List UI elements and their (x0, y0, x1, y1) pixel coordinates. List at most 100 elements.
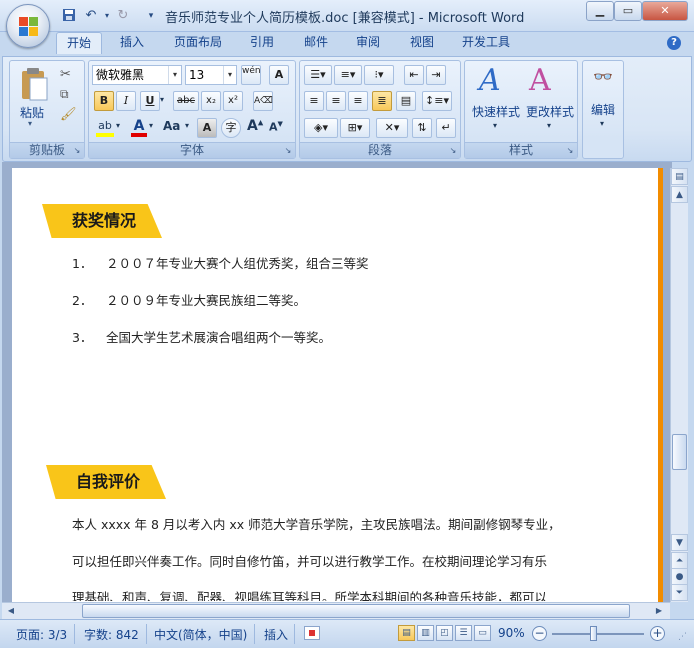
underline-dropdown-icon[interactable]: ▾ (160, 95, 164, 104)
change-case-dropdown-icon[interactable]: ▾ (185, 121, 189, 130)
zoom-in-icon[interactable]: + (650, 626, 665, 641)
close-button[interactable]: ✕ (642, 1, 688, 21)
horizontal-scroll-thumb[interactable] (82, 604, 630, 618)
copy-icon[interactable]: ⧉ (60, 87, 69, 102)
change-styles-button[interactable]: 更改样式 (521, 103, 579, 120)
change-styles-icon[interactable]: A (529, 63, 551, 98)
redo-icon[interactable]: ↻ (114, 7, 132, 25)
browse-object-icon[interactable]: ● (671, 568, 688, 585)
tab-review[interactable]: 审阅 (346, 32, 390, 54)
vertical-scrollbar[interactable]: ▤ ▲ ▼ ⏶ ● ⏷ (670, 168, 688, 602)
shading-button[interactable]: ◈▾ (304, 118, 338, 138)
tab-home[interactable]: 开始 (56, 32, 103, 54)
outline-view-icon[interactable]: ☰ (455, 625, 472, 641)
previous-page-icon[interactable]: ⏶ (671, 552, 688, 569)
distributed-icon[interactable]: ▤ (396, 91, 416, 111)
styles-launcher-icon[interactable]: ↘ (565, 146, 575, 156)
horizontal-scrollbar[interactable]: ◀ ▶ (2, 602, 670, 619)
paste-icon[interactable] (16, 65, 50, 105)
customize-toolbar-icon[interactable]: ▾ (142, 7, 160, 25)
zoom-slider-thumb[interactable] (590, 626, 597, 641)
italic-button[interactable]: I (116, 91, 136, 111)
format-painter-icon[interactable]: 🖌 (60, 107, 77, 122)
shrink-font-button[interactable]: A▼ (269, 120, 283, 134)
tab-page-layout[interactable]: 页面布局 (164, 32, 232, 54)
scroll-down-icon[interactable]: ▼ (671, 534, 688, 551)
borders-button[interactable]: ⊞▾ (340, 118, 370, 138)
macro-record-icon[interactable] (304, 626, 320, 640)
font-launcher-icon[interactable]: ↘ (283, 146, 293, 156)
minimize-button[interactable]: ▁ (586, 1, 614, 21)
chinese-layout-button[interactable]: ✕▾ (376, 118, 408, 138)
zoom-level[interactable]: 90% (498, 626, 525, 640)
enclose-char-button[interactable]: 字 (221, 118, 241, 138)
paragraph-launcher-icon[interactable]: ↘ (448, 146, 458, 156)
decrease-indent-icon[interactable]: ⇤ (404, 65, 424, 85)
line-spacing-button[interactable]: ↕≡▾ (422, 91, 452, 111)
multilevel-list-button[interactable]: ⁝▾ (364, 65, 394, 85)
save-icon[interactable] (60, 7, 78, 25)
page-count[interactable]: 页面: 3/3 (16, 626, 67, 643)
ruler-toggle-icon[interactable]: ▤ (671, 168, 688, 185)
quick-styles-button[interactable]: 快速样式 (467, 103, 525, 120)
highlight-dropdown-icon[interactable]: ▾ (116, 121, 120, 130)
draft-view-icon[interactable]: ▭ (474, 625, 491, 641)
tab-developer[interactable]: 开发工具 (452, 32, 520, 54)
font-color-dropdown-icon[interactable]: ▾ (149, 121, 153, 130)
help-icon[interactable]: ? (667, 36, 681, 50)
char-border-button[interactable]: A (269, 65, 289, 85)
language-indicator[interactable]: 中文(简体，中国) (154, 626, 247, 643)
clipboard-launcher-icon[interactable]: ↘ (72, 146, 82, 156)
resize-grip-icon[interactable]: ⋰ (678, 632, 687, 642)
zoom-slider-track[interactable] (552, 633, 644, 635)
align-center-icon[interactable]: ≡ (326, 91, 346, 111)
font-color-button[interactable]: A (129, 118, 149, 138)
align-left-icon[interactable]: ≡ (304, 91, 324, 111)
maximize-button[interactable]: ▭ (614, 1, 642, 21)
next-page-icon[interactable]: ⏷ (671, 584, 688, 601)
cut-icon[interactable]: ✂ (60, 67, 71, 82)
font-name-combo[interactable]: 微软雅黑 ▾ (92, 65, 182, 85)
binoculars-icon[interactable]: 👓 (593, 67, 613, 86)
tab-insert[interactable]: 插入 (110, 32, 154, 54)
office-button[interactable] (6, 4, 50, 48)
zoom-out-icon[interactable]: − (532, 626, 547, 641)
bold-button[interactable]: B (94, 91, 114, 111)
justify-icon[interactable]: ≣ (372, 91, 392, 111)
underline-button[interactable]: U (140, 91, 160, 111)
grow-font-button[interactable]: A▲ (247, 118, 263, 134)
scroll-left-icon[interactable]: ◀ (4, 604, 18, 618)
align-right-icon[interactable]: ≡ (348, 91, 368, 111)
char-shading-button[interactable]: A (197, 118, 217, 138)
editing-dropdown-icon[interactable]: ▾ (600, 119, 604, 128)
numbering-button[interactable]: ≡▾ (334, 65, 362, 85)
tab-view[interactable]: 视图 (400, 32, 444, 54)
word-count[interactable]: 字数: 842 (84, 626, 139, 643)
web-layout-icon[interactable]: ◰ (436, 625, 453, 641)
superscript-button[interactable]: x² (223, 91, 243, 111)
scroll-up-icon[interactable]: ▲ (671, 186, 688, 203)
editing-button[interactable]: 编辑 (583, 101, 623, 118)
font-size-combo[interactable]: 13 ▾ (185, 65, 237, 85)
strikethrough-button[interactable]: abc (173, 91, 199, 111)
print-layout-view-icon[interactable]: ▤ (398, 625, 415, 641)
show-marks-icon[interactable]: ↵ (436, 118, 456, 138)
increase-indent-icon[interactable]: ⇥ (426, 65, 446, 85)
change-case-button[interactable]: Aa (163, 119, 180, 133)
scroll-right-icon[interactable]: ▶ (652, 604, 666, 618)
sort-icon[interactable]: ⇅ (412, 118, 432, 138)
full-screen-reading-icon[interactable]: ▥ (417, 625, 434, 641)
highlight-button[interactable]: ab (94, 118, 116, 138)
quick-styles-icon[interactable]: A (479, 63, 501, 98)
vertical-scroll-thumb[interactable] (672, 434, 687, 470)
clear-format-icon[interactable]: A⌫ (253, 91, 273, 111)
phonetic-guide-button[interactable]: wén (241, 65, 261, 85)
insert-mode[interactable]: 插入 (264, 626, 288, 643)
tab-references[interactable]: 引用 (240, 32, 284, 54)
bullets-button[interactable]: ☰▾ (304, 65, 332, 85)
quick-styles-dropdown-icon[interactable]: ▾ (493, 121, 497, 130)
paste-dropdown-icon[interactable]: ▾ (28, 119, 32, 128)
subscript-button[interactable]: x₂ (201, 91, 221, 111)
change-styles-dropdown-icon[interactable]: ▾ (547, 121, 551, 130)
tab-mailings[interactable]: 邮件 (294, 32, 338, 54)
